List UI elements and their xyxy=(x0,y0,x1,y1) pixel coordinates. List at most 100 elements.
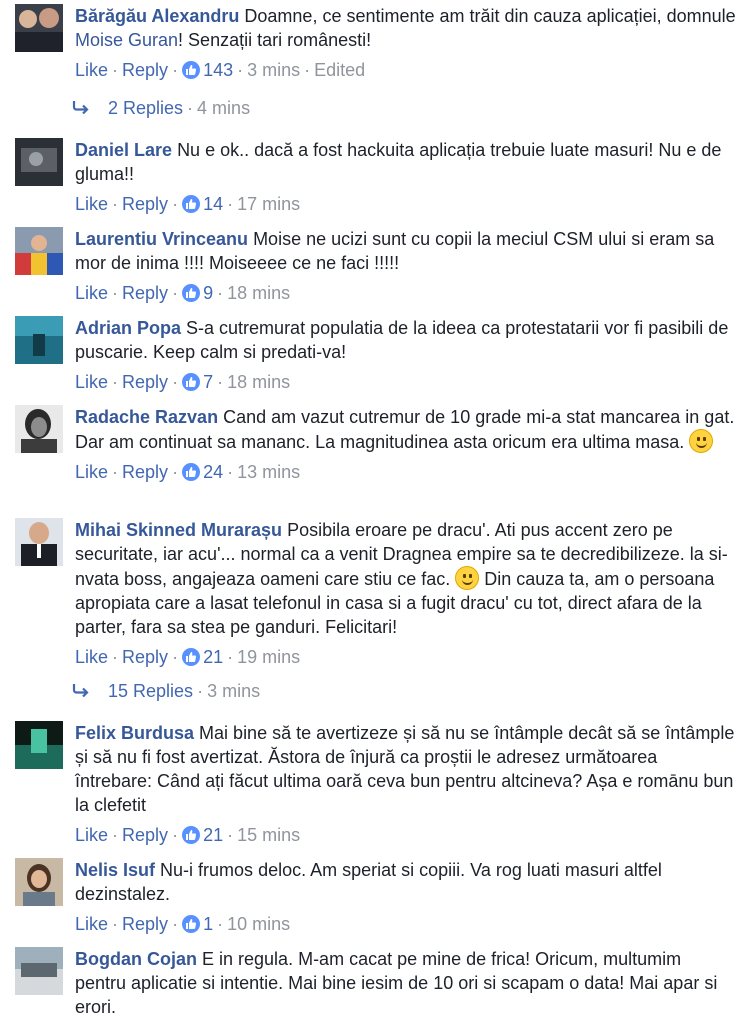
thumbs-up-icon[interactable] xyxy=(182,61,201,79)
comment-text: Adrian Popa S-a cutremurat populatia de … xyxy=(75,316,736,364)
like-count[interactable]: 21 xyxy=(203,825,223,845)
comment-author[interactable]: Felix Burdusa xyxy=(75,723,194,743)
timestamp[interactable]: 3 mins xyxy=(247,60,300,80)
avatar[interactable] xyxy=(15,518,63,566)
timestamp[interactable]: 19 mins xyxy=(237,647,300,667)
avatar[interactable] xyxy=(15,858,63,906)
comment-actions: Like · Reply · 24 · 13 mins xyxy=(75,462,301,482)
reply-link[interactable]: Reply xyxy=(122,194,168,214)
avatar[interactable] xyxy=(15,405,63,453)
timestamp[interactable]: 18 mins xyxy=(227,372,290,392)
like-link[interactable]: Like xyxy=(75,914,108,934)
comment-actions: Like · Reply · 1 · 10 mins xyxy=(75,914,291,934)
view-replies[interactable]: 2 Replies · 4 mins xyxy=(72,96,250,120)
reply-link[interactable]: Reply xyxy=(122,283,168,303)
comment-body: Bărăgău Alexandru Doamne, ce sentimente … xyxy=(75,4,736,82)
comment-actions: Like · Reply · 14 · 17 mins xyxy=(75,194,301,214)
thumbs-up-icon[interactable] xyxy=(182,915,201,933)
timestamp[interactable]: 18 mins xyxy=(227,283,290,303)
like-count[interactable]: 143 xyxy=(203,60,233,80)
comment-author[interactable]: Mihai Skinned Murarașu xyxy=(75,520,282,540)
like-count[interactable]: 9 xyxy=(203,283,213,303)
comment-author[interactable]: Bogdan Cojan xyxy=(75,949,197,969)
like-link[interactable]: Like xyxy=(75,647,108,667)
comment-text: Laurentiu Vrinceanu Moise ne ucizi sunt … xyxy=(75,227,736,275)
comment-body: Nelis Isuf Nu-i frumos deloc. Am speriat… xyxy=(75,858,736,936)
comment-author[interactable]: Daniel Lare xyxy=(75,140,172,160)
comment-text: Bogdan Cojan E in regula. M-am cacat pe … xyxy=(75,947,736,1019)
replies-count-link[interactable]: 15 Replies xyxy=(108,681,193,701)
like-link[interactable]: Like xyxy=(75,372,108,392)
timestamp[interactable]: 17 mins xyxy=(237,194,300,214)
like-count[interactable]: 1 xyxy=(203,914,213,934)
like-count[interactable]: 21 xyxy=(203,647,223,667)
reply-arrow-icon xyxy=(72,96,94,120)
thumbs-up-icon[interactable] xyxy=(182,826,201,844)
reply-link[interactable]: Reply xyxy=(122,647,168,667)
comment-text: Radache Razvan Cand am vazut cutremur de… xyxy=(75,405,736,454)
replies-timestamp: 3 mins xyxy=(207,681,261,701)
mention-link[interactable]: Moise Guran xyxy=(75,30,178,50)
replies-timestamp: 4 mins xyxy=(197,98,251,118)
like-count[interactable]: 24 xyxy=(203,462,223,482)
comment-actions: Like · Reply · 21 · 19 mins xyxy=(75,647,301,667)
avatar[interactable] xyxy=(15,4,63,52)
like-link[interactable]: Like xyxy=(75,462,108,482)
smile-emoji-icon xyxy=(455,566,480,590)
thumbs-up-icon[interactable] xyxy=(182,648,201,666)
avatar[interactable] xyxy=(15,138,63,186)
avatar[interactable] xyxy=(15,721,63,769)
comment-message: Doamne, ce sentimente am trăit din cauza… xyxy=(244,6,736,26)
comment-actions: Like · Reply · 7 · 18 mins xyxy=(75,372,291,392)
view-replies[interactable]: 15 Replies · 3 mins xyxy=(72,679,260,703)
like-count[interactable]: 7 xyxy=(203,372,213,392)
comment-text: Nelis Isuf Nu-i frumos deloc. Am speriat… xyxy=(75,858,736,906)
thumbs-up-icon[interactable] xyxy=(182,373,201,391)
reply-link[interactable]: Reply xyxy=(122,825,168,845)
timestamp[interactable]: 13 mins xyxy=(237,462,300,482)
comment-author[interactable]: Bărăgău Alexandru xyxy=(75,6,239,26)
comment-message: Nu-i frumos deloc. Am speriat si copiii.… xyxy=(75,860,662,904)
comment-body: Mihai Skinned Murarașu Posibila eroare p… xyxy=(75,518,736,669)
reply-link[interactable]: Reply xyxy=(122,462,168,482)
comment-actions: Like · Reply · 9 · 18 mins xyxy=(75,283,291,303)
like-link[interactable]: Like xyxy=(75,60,108,80)
comment-author[interactable]: Nelis Isuf xyxy=(75,860,155,880)
comment-text: Bărăgău Alexandru Doamne, ce sentimente … xyxy=(75,4,736,52)
comment-body: Radache Razvan Cand am vazut cutremur de… xyxy=(75,405,736,484)
comment-text: Daniel Lare Nu e ok.. dacă a fost hackui… xyxy=(75,138,736,186)
like-link[interactable]: Like xyxy=(75,194,108,214)
reply-arrow-icon xyxy=(72,679,94,703)
like-count[interactable]: 14 xyxy=(203,194,223,214)
comment-body: Bogdan Cojan E in regula. M-am cacat pe … xyxy=(75,947,736,1019)
reply-link[interactable]: Reply xyxy=(122,60,168,80)
comment-body: Daniel Lare Nu e ok.. dacă a fost hackui… xyxy=(75,138,736,216)
reply-link[interactable]: Reply xyxy=(122,372,168,392)
thumbs-up-icon[interactable] xyxy=(182,463,201,481)
avatar[interactable] xyxy=(15,947,63,995)
comment-actions: Like · Reply · 143 · 3 mins · Edited xyxy=(75,60,366,80)
comment-body: Adrian Popa S-a cutremurat populatia de … xyxy=(75,316,736,394)
comment-body: Laurentiu Vrinceanu Moise ne ucizi sunt … xyxy=(75,227,736,305)
like-link[interactable]: Like xyxy=(75,825,108,845)
smile-emoji-icon xyxy=(689,429,714,453)
thumbs-up-icon[interactable] xyxy=(182,284,201,302)
comment-message-end: ! Senzații tari românesti! xyxy=(178,30,372,50)
comment-actions: Like · Reply · 21 · 15 mins xyxy=(75,825,301,845)
reply-link[interactable]: Reply xyxy=(122,914,168,934)
comment-body: Felix Burdusa Mai bine să te avertizeze … xyxy=(75,721,736,847)
comment-text: Felix Burdusa Mai bine să te avertizeze … xyxy=(75,721,736,817)
replies-count-link[interactable]: 2 Replies xyxy=(108,98,183,118)
comment-text: Mihai Skinned Murarașu Posibila eroare p… xyxy=(75,518,736,639)
avatar[interactable] xyxy=(15,316,63,364)
timestamp[interactable]: 15 mins xyxy=(237,825,300,845)
comment-message: Nu e ok.. dacă a fost hackuita aplicația… xyxy=(75,140,722,184)
timestamp[interactable]: 10 mins xyxy=(227,914,290,934)
edited-label[interactable]: Edited xyxy=(314,60,365,80)
comment-author[interactable]: Laurentiu Vrinceanu xyxy=(75,229,248,249)
comment-author[interactable]: Adrian Popa xyxy=(75,318,181,338)
comment-author[interactable]: Radache Razvan xyxy=(75,407,218,427)
like-link[interactable]: Like xyxy=(75,283,108,303)
avatar[interactable] xyxy=(15,227,63,275)
thumbs-up-icon[interactable] xyxy=(182,195,201,213)
